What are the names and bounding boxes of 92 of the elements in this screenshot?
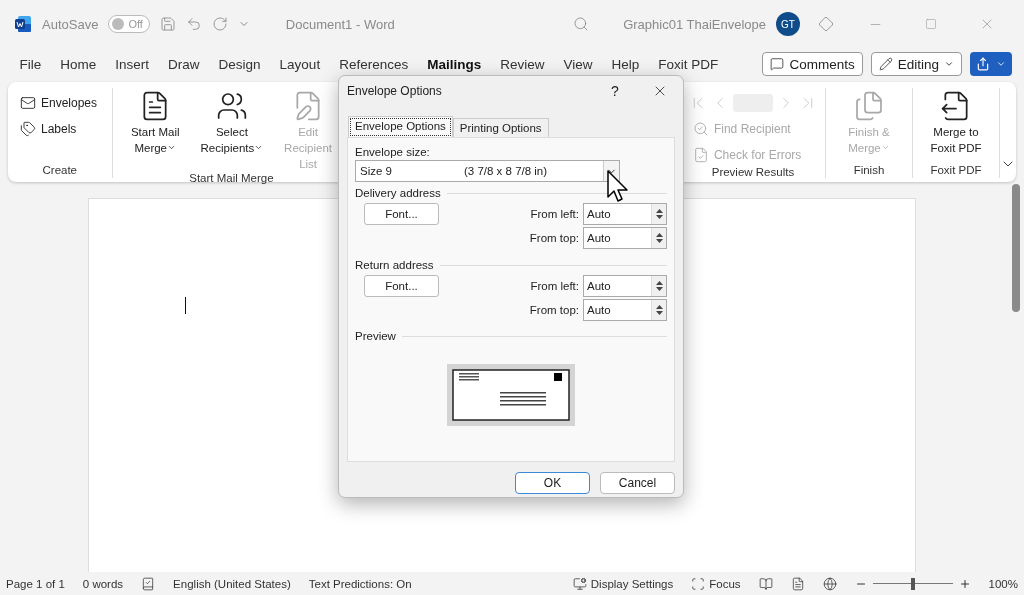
zoom-thumb[interactable] — [910, 577, 915, 590]
menu-tab[interactable]: Foxit PDF — [648, 56, 728, 72]
section-heading: Return address — [355, 259, 434, 271]
dialog-button[interactable]: Cancel — [600, 472, 675, 494]
field-label: From left: — [530, 280, 579, 292]
menu-tab[interactable]: Home — [50, 56, 106, 72]
dialog-title: Envelope Options — [347, 84, 442, 98]
caret-icon — [996, 59, 1006, 69]
app-logo — [14, 15, 32, 33]
comments-button[interactable]: Comments — [762, 52, 863, 76]
status-text: 0 words — [82, 577, 124, 590]
document-check-icon — [692, 147, 709, 163]
font-button[interactable]: Font... — [364, 275, 439, 297]
mouse-pointer-icon — [607, 170, 629, 204]
people-icon — [215, 90, 248, 122]
zoom-in-icon[interactable] — [958, 577, 971, 590]
text-cursor — [185, 297, 186, 314]
text-predictions-status[interactable]: Text Predictions: On — [308, 577, 412, 590]
spinner-arrows-icon[interactable] — [655, 280, 663, 292]
menu-tab[interactable]: Draw — [158, 56, 210, 72]
menu-tab[interactable]: References — [329, 56, 418, 72]
group-label: Create — [41, 164, 79, 178]
caret-icon — [254, 143, 264, 152]
caret-icon — [880, 143, 890, 152]
share-button[interactable] — [970, 52, 1012, 76]
menu-tab[interactable]: View — [553, 56, 602, 72]
menu-tab[interactable]: Help — [602, 56, 649, 72]
ribbon-button[interactable]: Select Recipients — [195, 88, 268, 172]
proofing-icon[interactable] — [141, 576, 156, 591]
envelope-icon — [20, 95, 36, 111]
font-button[interactable]: Font... — [364, 203, 439, 225]
dialog-tab[interactable]: Printing Options — [452, 118, 549, 137]
spinner-arrows-icon[interactable] — [655, 232, 663, 244]
read-mode-icon[interactable] — [758, 576, 773, 591]
monitor-gear-icon — [572, 576, 587, 591]
group-label: Start Mail Merge — [188, 172, 275, 186]
spinner-arrows-icon[interactable] — [655, 208, 663, 220]
focus-frame-icon — [691, 576, 706, 591]
caret-icon — [167, 143, 176, 152]
save-icon[interactable] — [159, 16, 176, 32]
account-avatar[interactable]: GT — [776, 12, 800, 36]
window-title: Document1 - Word — [285, 16, 395, 32]
autosave-label: AutoSave — [42, 16, 99, 32]
focus-button[interactable]: Focus — [691, 576, 741, 591]
spinner-arrows-icon[interactable] — [655, 304, 663, 316]
spin-field[interactable]: Auto — [583, 227, 667, 249]
menu-tab[interactable]: File — [10, 56, 51, 72]
dialog-button[interactable]: OK — [515, 472, 590, 494]
menu-tab[interactable]: Review — [490, 56, 554, 72]
diamond-icon[interactable] — [818, 16, 834, 32]
ribbon-button[interactable]: Start Mail Merge — [120, 88, 190, 172]
search-icon — [692, 121, 709, 137]
spin-field[interactable]: Auto — [583, 275, 667, 297]
scrollbar-thumb[interactable] — [1012, 184, 1020, 312]
envelope-size-label: Envelope size: — [355, 146, 431, 158]
status-text: Page 1 of 1 — [6, 577, 65, 590]
field-label: From left: — [530, 208, 579, 220]
menu-tab[interactable]: Mailings — [417, 56, 491, 72]
search-icon[interactable] — [573, 16, 590, 32]
account-name: Graphic01 ThaiEnvelope — [623, 16, 766, 32]
caret-icon — [944, 59, 954, 69]
share-icon — [976, 57, 990, 71]
spin-field[interactable]: Auto — [583, 299, 667, 321]
zoom-level[interactable]: 100% — [988, 577, 1018, 590]
help-button[interactable]: ? — [593, 83, 637, 99]
group-label: Finish — [852, 164, 886, 178]
group-label: Foxit PDF — [929, 164, 983, 178]
undo-icon[interactable] — [185, 16, 202, 32]
tag-icon — [20, 121, 36, 137]
menu-tab[interactable]: Insert — [105, 56, 159, 72]
ribbon-button[interactable]: Labels — [16, 118, 104, 140]
ribbon-button[interactable]: Envelopes — [16, 92, 104, 114]
section-heading: Delivery address — [355, 187, 441, 199]
print-layout-icon[interactable] — [790, 576, 805, 591]
field-label: From top: — [529, 232, 579, 244]
spin-field[interactable]: Auto — [583, 203, 667, 225]
editing-button[interactable]: Editing — [870, 52, 962, 76]
envelope-size-dropdown[interactable]: Size 9 (3 7/8 x 8 7/8 in) — [355, 160, 620, 182]
ribbon-button[interactable]: Merge to Foxit PDF — [921, 88, 991, 164]
field-label: From top: — [529, 304, 579, 316]
comment-icon — [770, 57, 785, 71]
menu-tab[interactable]: Layout — [270, 56, 330, 72]
menu-tab[interactable]: Design — [209, 56, 271, 72]
language-status[interactable]: English (United States) — [173, 577, 291, 590]
web-layout-icon[interactable] — [822, 576, 837, 591]
section-heading: Preview — [355, 330, 396, 342]
group-label: Preview Results — [710, 166, 796, 180]
pencil-icon — [878, 57, 893, 71]
display-settings-button[interactable]: Display Settings — [572, 576, 674, 591]
maximize-icon[interactable] — [925, 18, 937, 30]
dialog-tab[interactable]: Envelope Options — [348, 116, 453, 138]
redo-icon[interactable] — [211, 16, 228, 32]
